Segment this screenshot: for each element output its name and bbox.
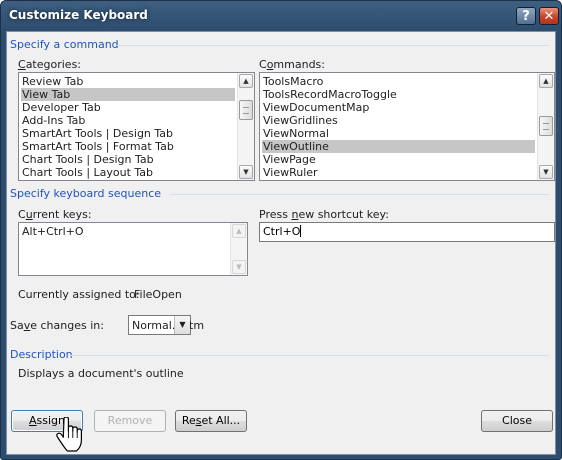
description-text: Displays a document's outline	[18, 367, 184, 380]
commands-listbox[interactable]: ToolsMacro ToolsRecordMacroToggle ViewDocu…	[259, 72, 555, 181]
dialog-title: Customize Keyboard	[9, 8, 148, 22]
category-list-item[interactable]: View Tab	[21, 88, 235, 101]
command-list-item[interactable]: ViewDocumentMap	[262, 101, 535, 114]
scroll-down-icon[interactable]: ▼	[239, 165, 253, 179]
question-mark-icon: ?	[522, 9, 530, 24]
section-description: Description	[10, 348, 73, 361]
command-list-item[interactable]: ToolsMacro	[262, 75, 535, 88]
command-list-item[interactable]: ViewGridlines	[262, 114, 535, 127]
save-changes-label: Save changes in:	[10, 319, 104, 332]
new-shortcut-input[interactable]: Ctrl+O	[259, 222, 555, 242]
command-list-item[interactable]: ViewRuler	[262, 166, 535, 179]
close-icon: ✕	[543, 9, 555, 24]
text-caret	[300, 225, 302, 237]
scroll-thumb[interactable]	[239, 100, 253, 120]
command-list-item[interactable]: ViewPage	[262, 153, 535, 166]
close-window-button[interactable]: ✕	[539, 7, 559, 25]
scroll-up-icon[interactable]: ▲	[539, 74, 553, 88]
reset-all-button[interactable]: Reset All...	[175, 410, 247, 432]
section-divider	[117, 45, 549, 46]
section-divider	[70, 355, 549, 356]
current-key-item[interactable]: Alt+Ctrl+O	[21, 225, 228, 238]
close-button[interactable]: Close	[481, 410, 553, 432]
commands-label: Commands:	[259, 58, 325, 71]
help-button[interactable]: ?	[516, 7, 536, 25]
scroll-down-icon[interactable]: ▼	[539, 165, 553, 179]
hand-cursor-icon	[56, 417, 82, 452]
dialog-body: Specify a command Categories: Review Tab…	[6, 31, 556, 455]
section-specify-command: Specify a command	[10, 38, 119, 51]
commands-scrollbar[interactable]: ▲ ▼	[537, 73, 554, 180]
category-list-item[interactable]: Chart Tools | Design Tab	[21, 153, 235, 166]
command-list-item[interactable]: ViewNormal	[262, 127, 535, 140]
remove-button: Remove	[94, 410, 166, 432]
scroll-up-icon: ▲	[232, 224, 246, 238]
section-keyboard-sequence: Specify keyboard sequence	[10, 187, 162, 200]
section-divider	[170, 194, 549, 195]
save-changes-value: Normal.dotm	[132, 319, 205, 332]
categories-label: Categories:	[18, 58, 82, 71]
category-list-item[interactable]: Chart Tools | Layout Tab	[21, 166, 235, 179]
category-list-item[interactable]: Add-Ins Tab	[21, 114, 235, 127]
categories-scrollbar[interactable]: ▲ ▼	[237, 73, 254, 180]
current-keys-scrollbar[interactable]: ▲ ▼	[230, 223, 247, 275]
assigned-label: Currently assigned to:	[18, 288, 140, 301]
chevron-down-icon[interactable]: ▼	[174, 316, 190, 334]
current-keys-listbox[interactable]: Alt+Ctrl+O ▲ ▼	[18, 222, 248, 276]
scroll-up-icon[interactable]: ▲	[239, 74, 253, 88]
category-list-item[interactable]: Review Tab	[21, 75, 235, 88]
category-list-item[interactable]: SmartArt Tools | Format Tab	[21, 140, 235, 153]
save-changes-select[interactable]: Normal.dotm ▼	[128, 315, 204, 335]
scroll-down-icon: ▼	[232, 260, 246, 274]
customize-keyboard-dialog: Customize Keyboard ? ✕ Specify a command…	[0, 0, 562, 460]
command-list-item[interactable]: ViewOutline	[262, 140, 535, 153]
category-list-item[interactable]: Developer Tab	[21, 101, 235, 114]
title-bar[interactable]: Customize Keyboard ? ✕	[1, 1, 561, 31]
new-shortcut-value: Ctrl+O	[263, 225, 301, 238]
current-keys-label: Current keys:	[18, 208, 92, 221]
new-shortcut-label: Press new shortcut key:	[259, 208, 389, 221]
categories-listbox[interactable]: Review Tab View Tab Developer Tab Add-Ins T…	[18, 72, 255, 181]
assigned-value: FileOpen	[134, 288, 182, 301]
category-list-item[interactable]: SmartArt Tools | Design Tab	[21, 127, 235, 140]
scroll-thumb[interactable]	[539, 116, 553, 136]
command-list-item[interactable]: ToolsRecordMacroToggle	[262, 88, 535, 101]
